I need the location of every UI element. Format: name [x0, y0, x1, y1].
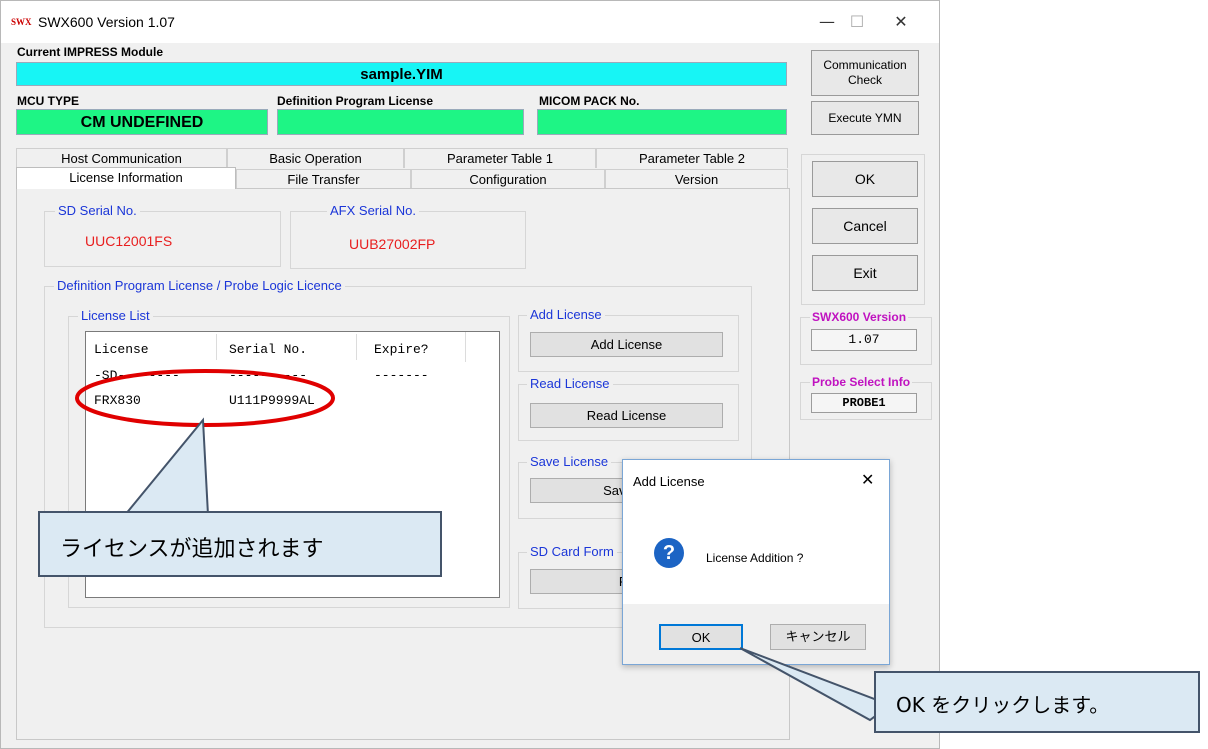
highlight-ellipse [75, 369, 335, 427]
callout-click-ok-text: OK をクリックします。 [896, 693, 1110, 717]
callout-license-added-text: ライセンスが追加されます [60, 537, 324, 562]
callout-pointer [739, 647, 893, 722]
tab-license-information[interactable]: License Information [16, 167, 236, 189]
annotation-layer [75, 369, 893, 722]
callout-click-ok: OK をクリックします。 [874, 671, 1200, 733]
callout-license-added: ライセンスが追加されます [38, 511, 442, 577]
callout-pointer [122, 417, 210, 516]
